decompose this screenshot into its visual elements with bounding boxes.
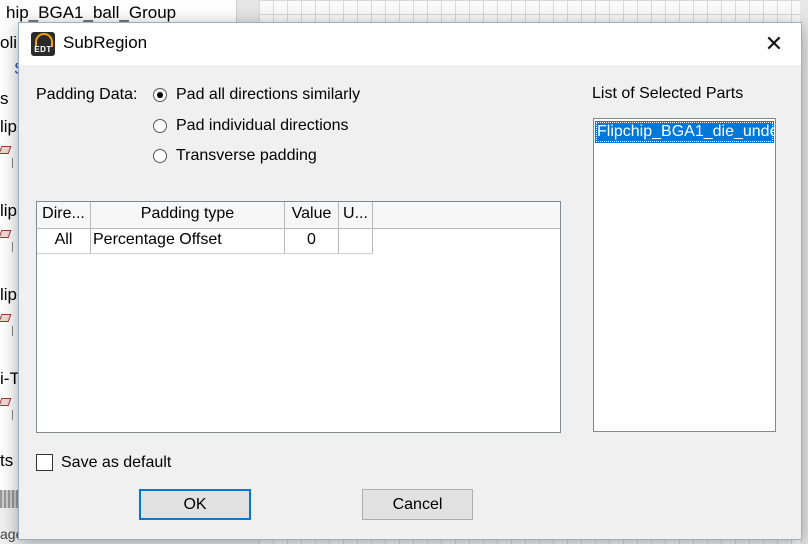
cell-units[interactable] [339,228,373,253]
tree-row: s [0,89,9,108]
cell-padding-type[interactable]: Percentage Offset [91,228,285,253]
tree-row: oli [0,33,18,52]
subregion-dialog: EDT SubRegion ✕ Padding Data: Pad all di… [18,22,802,540]
radio-button[interactable] [153,149,167,163]
save-default-checkbox[interactable] [36,454,53,471]
dialog-title: SubRegion [63,33,148,52]
close-icon: ✕ [764,31,784,56]
padding-table[interactable]: Dire... Padding type Value U... All Perc… [36,201,561,433]
selected-parts-list[interactable]: Flipchip_BGA1_die_underfill [593,118,776,432]
cancel-button[interactable]: Cancel [362,489,473,520]
dialog-titlebar[interactable]: EDT SubRegion ✕ [19,23,801,65]
close-button[interactable]: ✕ [747,23,801,65]
radio-label[interactable]: Transverse padding [176,147,317,165]
ok-button[interactable]: OK [139,489,251,520]
table-row[interactable]: All Percentage Offset 0 [37,228,373,254]
column-header-value[interactable]: Value [285,202,339,228]
selected-parts-label: List of Selected Parts [592,85,744,102]
tree-row: lip [0,285,18,304]
table-header: Dire... Padding type Value U... [37,202,560,229]
save-default-label[interactable]: Save as default [61,454,171,472]
list-item[interactable]: Flipchip_BGA1_die_underfill [595,121,774,143]
tree-row: i-T [0,369,20,388]
part-icon [0,308,18,336]
tree-row: lip [0,201,18,220]
part-icon [0,392,18,420]
part-icon [0,140,18,168]
part-icon [0,224,18,252]
column-header-direction[interactable]: Dire... [37,202,91,228]
column-header-padding-type[interactable]: Padding type [91,202,285,228]
tree-row: ts [0,451,14,470]
padding-data-label: Padding Data: [36,86,138,103]
radio-label[interactable]: Pad all directions similarly [176,86,360,104]
column-header-units[interactable]: U... [339,202,373,228]
cell-value[interactable]: 0 [285,228,339,253]
icon-label: EDT [34,45,52,54]
cell-direction[interactable]: All [37,228,91,253]
radio-button[interactable] [153,119,167,133]
radio-label[interactable]: Pad individual directions [176,117,349,135]
radio-button-checked[interactable] [153,88,167,102]
edt-app-icon: EDT [31,32,55,56]
tree-row: lip [0,117,18,136]
